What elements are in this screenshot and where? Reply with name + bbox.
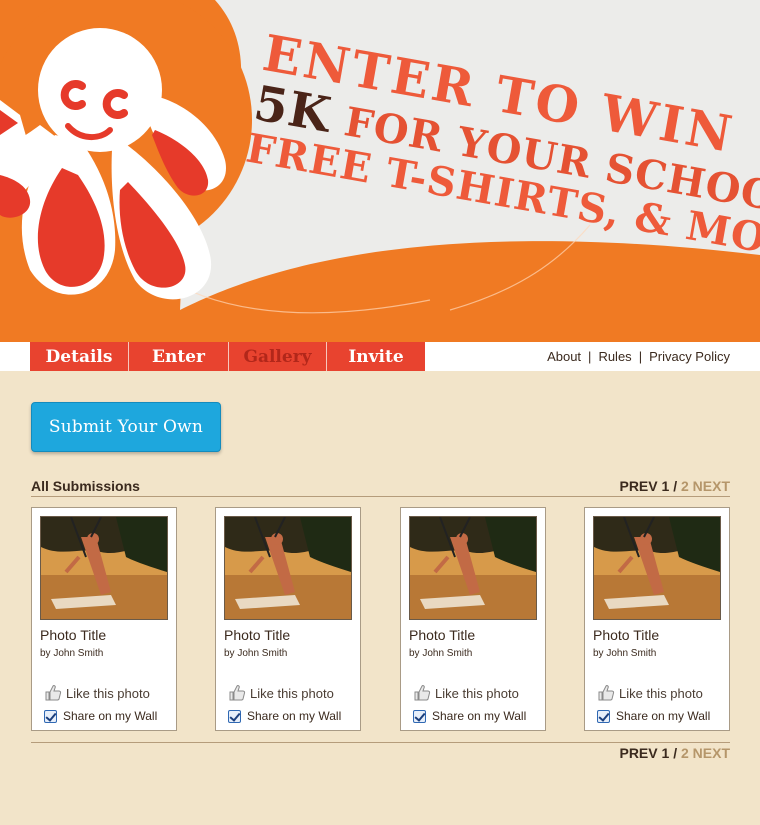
photo-title: Photo Title (224, 627, 291, 643)
next-link[interactable]: NEXT (693, 478, 730, 494)
footer-links: About | Rules | Privacy Policy (547, 342, 730, 371)
nav-bar: Details Enter Gallery Invite About | Rul… (0, 342, 760, 371)
share-label: Share on my Wall (432, 709, 527, 723)
submissions-grid: Photo Title by John Smith Like this phot… (31, 507, 730, 731)
section-title: All Submissions (31, 478, 140, 494)
photo-title: Photo Title (409, 627, 476, 643)
submission-card: Photo Title by John Smith Like this phot… (31, 507, 177, 731)
like-label: Like this photo (619, 685, 703, 701)
like-photo-button[interactable]: Like this photo (44, 683, 150, 703)
pager-bottom: PREV 1 / 2 NEXT (619, 745, 730, 761)
rules-link[interactable]: Rules (598, 349, 631, 364)
share-label: Share on my Wall (616, 709, 711, 723)
submission-photo[interactable] (224, 516, 352, 620)
prev-link[interactable]: PREV (619, 478, 657, 494)
photo-title: Photo Title (593, 627, 660, 643)
privacy-policy-link[interactable]: Privacy Policy (649, 349, 730, 364)
current-page: 1 (661, 478, 670, 494)
submission-card: Photo Title by John Smith Like this phot… (215, 507, 361, 731)
photo-image (41, 517, 167, 619)
current-page: 1 (661, 745, 670, 761)
like-photo-button[interactable]: Like this photo (413, 683, 519, 703)
photo-author: by John Smith (593, 648, 657, 659)
submission-card: Photo Title by John Smith Like this phot… (400, 507, 546, 731)
submission-card: Photo Title by John Smith Like this phot… (584, 507, 730, 731)
share-label: Share on my Wall (63, 709, 158, 723)
like-photo-button[interactable]: Like this photo (597, 683, 703, 703)
prev-link[interactable]: PREV (619, 745, 657, 761)
tab-invite[interactable]: Invite (327, 342, 425, 371)
share-label: Share on my Wall (247, 709, 342, 723)
thumbs-up-icon (598, 685, 615, 701)
photo-image (410, 517, 536, 619)
next-link[interactable]: NEXT (693, 745, 730, 761)
link-separator: | (638, 349, 643, 364)
submission-photo[interactable] (40, 516, 168, 620)
submission-photo[interactable] (593, 516, 721, 620)
pager-slash: / (673, 478, 678, 494)
like-photo-button[interactable]: Like this photo (228, 683, 334, 703)
tab-details[interactable]: Details (30, 342, 129, 371)
thumbs-up-icon (229, 685, 246, 701)
like-label: Like this photo (250, 685, 334, 701)
checkbox-checked-icon (44, 709, 57, 723)
pager-top: PREV 1 / 2 NEXT (619, 478, 730, 494)
share-on-wall-checkbox[interactable]: Share on my Wall (413, 708, 526, 724)
checkbox-checked-icon (413, 709, 426, 723)
divider (31, 496, 730, 497)
photo-author: by John Smith (409, 648, 473, 659)
promo-banner: ENTER TO WIN 5K FOR YOUR SCHOOL, FREE T-… (0, 0, 760, 342)
photo-title: Photo Title (40, 627, 107, 643)
page-2-link[interactable]: 2 (681, 745, 689, 761)
page-2-link[interactable]: 2 (681, 478, 689, 494)
photo-image (594, 517, 720, 619)
checkbox-checked-icon (228, 709, 241, 723)
tab-enter[interactable]: Enter (129, 342, 229, 371)
share-on-wall-checkbox[interactable]: Share on my Wall (597, 708, 710, 724)
main-tabs: Details Enter Gallery Invite (30, 342, 425, 371)
like-label: Like this photo (66, 685, 150, 701)
photo-author: by John Smith (40, 648, 104, 659)
checkbox-checked-icon (597, 709, 610, 723)
submission-photo[interactable] (409, 516, 537, 620)
link-separator: | (588, 349, 592, 364)
photo-author: by John Smith (224, 648, 288, 659)
share-on-wall-checkbox[interactable]: Share on my Wall (228, 708, 341, 724)
share-on-wall-checkbox[interactable]: Share on my Wall (44, 708, 157, 724)
about-link[interactable]: About (547, 349, 581, 364)
like-label: Like this photo (435, 685, 519, 701)
thumbs-up-icon (414, 685, 431, 701)
photo-image (225, 517, 351, 619)
tab-gallery[interactable]: Gallery (229, 342, 327, 371)
thumbs-up-icon (45, 685, 62, 701)
divider (31, 742, 730, 743)
submit-your-own-button[interactable]: Submit Your Own (31, 402, 221, 452)
pager-slash: / (673, 745, 678, 761)
